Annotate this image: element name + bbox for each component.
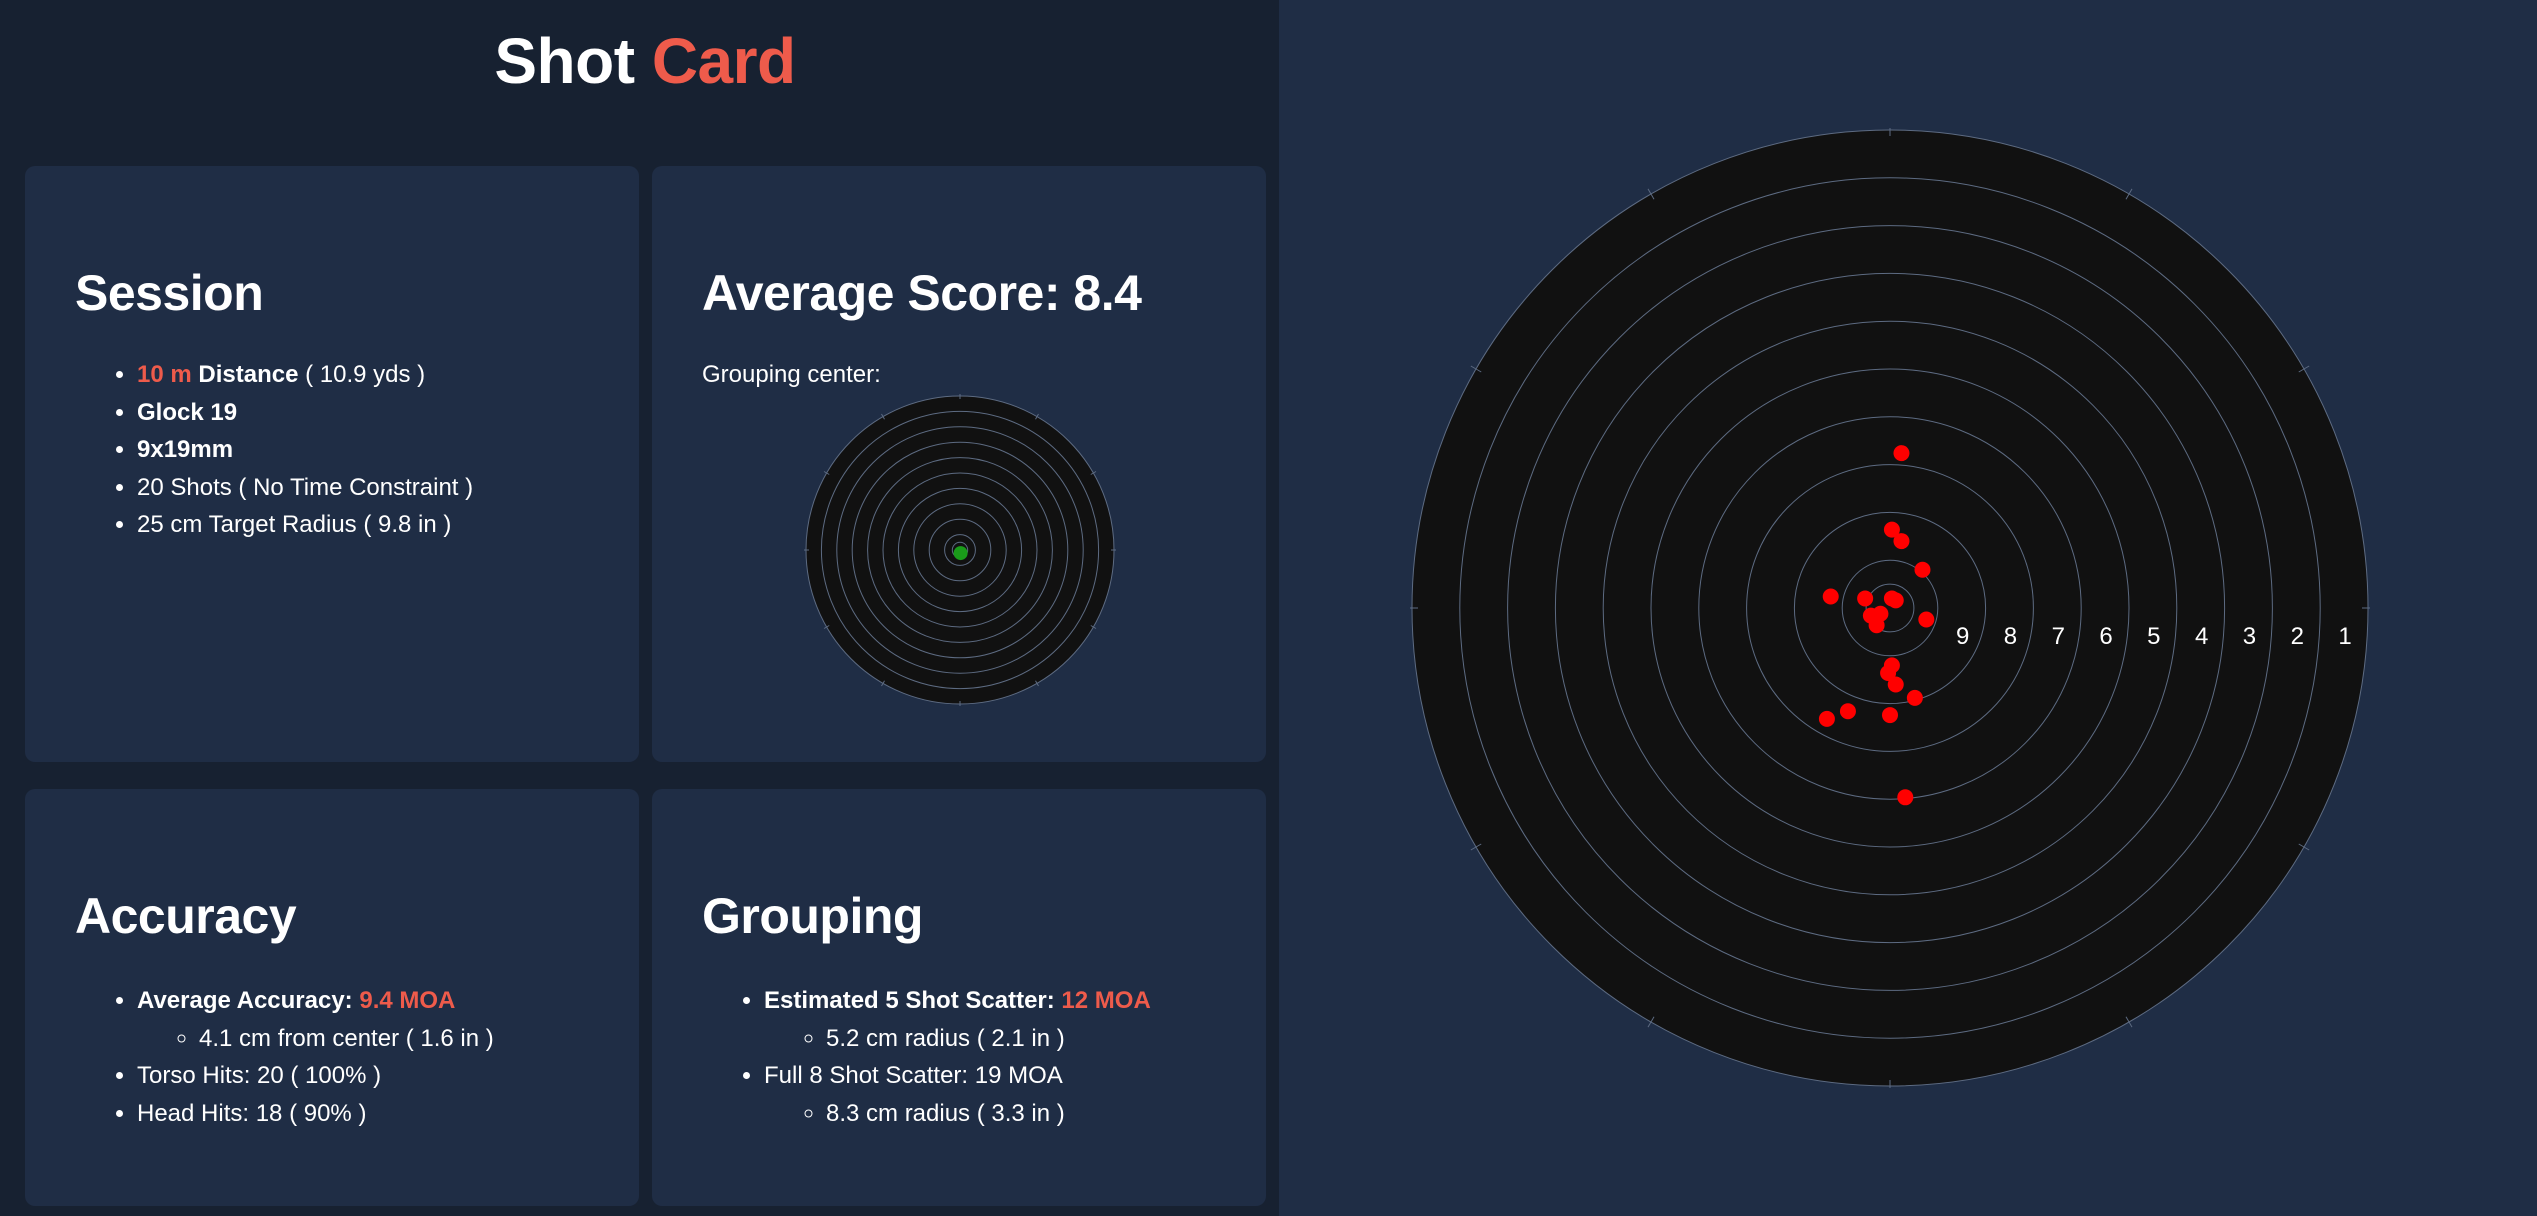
estimated-radius-item: 5.2 cm radius ( 2.1 in )	[826, 1020, 1151, 1058]
session-card: Session 10 m Distance ( 10.9 yds ) Glock…	[25, 166, 639, 762]
ring-label: 7	[2052, 623, 2065, 650]
session-heading: Session	[75, 265, 264, 321]
ring-label: 4	[2195, 623, 2208, 650]
firearm-item: Glock 19	[137, 394, 473, 432]
full-scatter-item: Full 8 Shot Scatter: 19 MOA 8.3 cm radiu…	[764, 1057, 1151, 1132]
grouping-center-target	[804, 394, 1116, 706]
ring-label: 1	[2338, 623, 2351, 650]
ring-label: 5	[2147, 623, 2160, 650]
grouping-card: Grouping Estimated 5 Shot Scatter: 12 MO…	[652, 789, 1266, 1206]
distance-label: Distance	[198, 361, 299, 388]
grouping-center-marker	[953, 546, 968, 561]
shot-hole	[1882, 707, 1898, 724]
average-score-heading: Average Score: 8.4	[702, 265, 1142, 321]
main-target: 9 8 7 6 5 4 3 2 1	[1410, 128, 2370, 1088]
ring-label: 3	[2243, 623, 2256, 650]
from-center-item: 4.1 cm from center ( 1.6 in )	[199, 1020, 494, 1058]
shot-hole	[1887, 592, 1904, 609]
full-radius-item: 8.3 cm radius ( 3.3 in )	[826, 1095, 1151, 1133]
shot-hole	[1893, 533, 1910, 550]
estimated-scatter-item: Estimated 5 Shot Scatter: 12 MOA 5.2 cm …	[764, 982, 1151, 1057]
caliber-item: 9x19mm	[137, 431, 473, 469]
shot-hole	[1893, 445, 1910, 462]
shot-hole	[1818, 710, 1835, 727]
distance-value: 10 m	[137, 361, 192, 388]
shot-hole	[1839, 703, 1856, 720]
ring-label: 8	[2004, 623, 2017, 650]
estimated-scatter-label: Estimated 5 Shot Scatter:	[764, 987, 1055, 1014]
average-accuracy-item: Average Accuracy: 9.4 MOA 4.1 cm from ce…	[137, 982, 494, 1057]
grouping-heading: Grouping	[702, 888, 923, 944]
accuracy-card: Accuracy Average Accuracy: 9.4 MOA 4.1 c…	[25, 789, 639, 1206]
ring-label: 2	[2291, 623, 2304, 650]
shot-hole	[1868, 617, 1885, 634]
shots-item: 20 Shots ( No Time Constraint )	[137, 469, 473, 507]
average-accuracy-label: Average Accuracy:	[137, 987, 353, 1014]
torso-hits-item: Torso Hits: 20 ( 100% )	[137, 1057, 494, 1095]
full-scatter-label: Full 8 Shot Scatter: 19 MOA	[764, 1062, 1063, 1089]
ring-label: 6	[2099, 623, 2112, 650]
shot-hole	[1897, 789, 1914, 806]
accuracy-heading: Accuracy	[75, 888, 297, 944]
shot-hole	[1918, 611, 1935, 628]
session-list: 10 m Distance ( 10.9 yds ) Glock 19 9x19…	[137, 356, 473, 544]
grouping-list: Estimated 5 Shot Scatter: 12 MOA 5.2 cm …	[764, 982, 1151, 1132]
distance-item: 10 m Distance ( 10.9 yds )	[137, 356, 473, 394]
target-radius-item: 25 cm Target Radius ( 9.8 in )	[137, 506, 473, 544]
accuracy-list: Average Accuracy: 9.4 MOA 4.1 cm from ce…	[137, 982, 494, 1132]
grouping-center-label: Grouping center:	[702, 361, 881, 388]
target-panel: 9 8 7 6 5 4 3 2 1	[1279, 0, 2537, 1216]
ring-label: 9	[1956, 623, 1969, 650]
head-hits-item: Head Hits: 18 ( 90% )	[137, 1095, 494, 1133]
shot-hole	[1857, 590, 1874, 607]
average-accuracy-value: 9.4 MOA	[359, 987, 456, 1014]
shot-hole	[1822, 588, 1839, 605]
distance-yds: ( 10.9 yds )	[305, 361, 426, 388]
shot-hole	[1906, 689, 1923, 706]
estimated-scatter-value: 12 MOA	[1061, 987, 1151, 1014]
shot-hole	[1914, 561, 1931, 578]
title-part2: Card	[651, 25, 796, 97]
page-title: Shot Card	[0, 24, 1290, 98]
shot-hole	[1887, 676, 1904, 693]
title-part1: Shot	[494, 25, 635, 97]
score-card: Average Score: 8.4 Grouping center:	[652, 166, 1266, 762]
